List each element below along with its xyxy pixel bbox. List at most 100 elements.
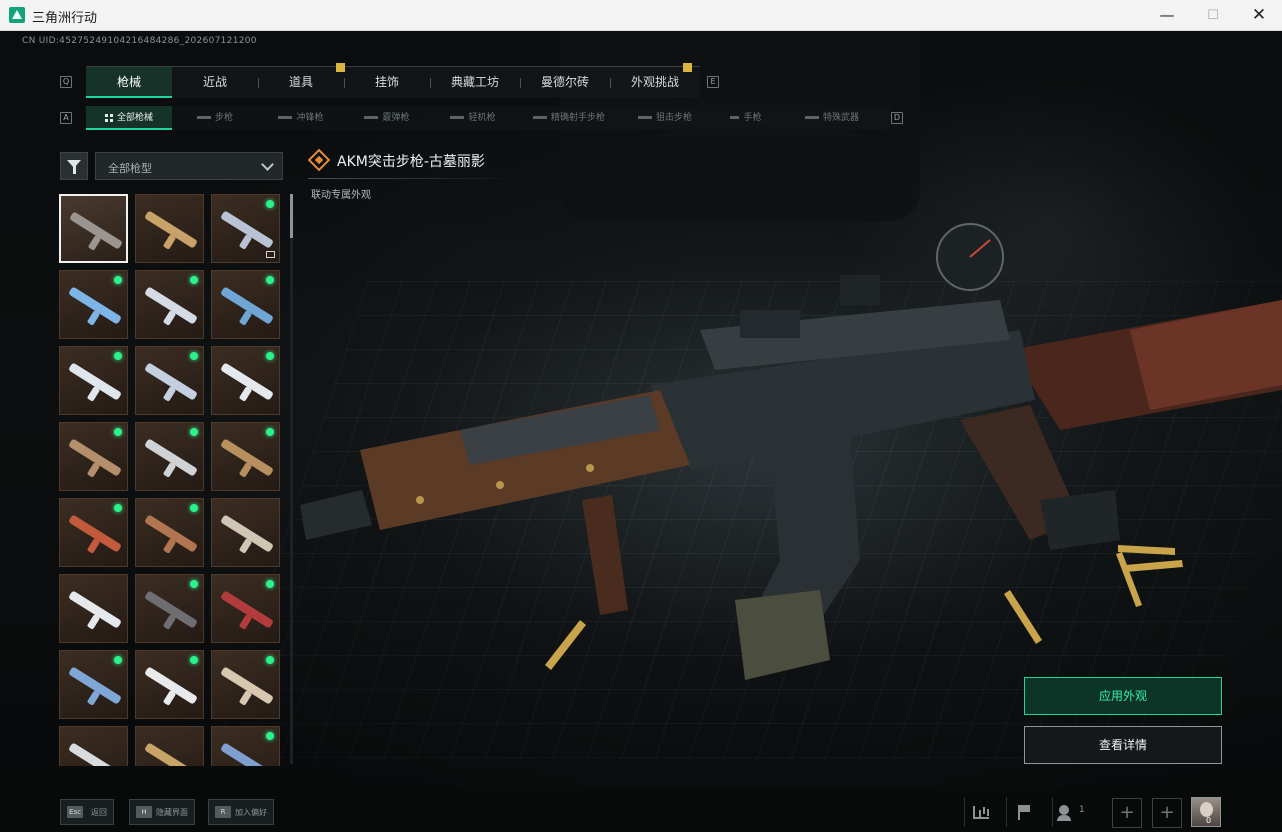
- skin-slot[interactable]: [59, 422, 128, 491]
- player-avatar[interactable]: 0: [1191, 797, 1221, 827]
- weapon-grip-shape: [238, 614, 253, 630]
- flag-icon: [1018, 805, 1030, 820]
- weapon-grip-shape: [238, 386, 253, 402]
- skin-slot[interactable]: [59, 346, 128, 415]
- new-indicator-icon: [190, 656, 198, 664]
- skin-slot[interactable]: [59, 574, 128, 643]
- subtab-sniper[interactable]: 狙击步枪: [622, 106, 708, 130]
- skin-slot[interactable]: [135, 574, 204, 643]
- skin-slot[interactable]: [211, 422, 280, 491]
- skin-slot[interactable]: [211, 346, 280, 415]
- weapon-thumbnail-icon: [144, 742, 198, 766]
- skin-slot[interactable]: [135, 270, 204, 339]
- tab-items[interactable]: 道具: [258, 67, 344, 98]
- subtab-prev-key[interactable]: A: [60, 112, 72, 124]
- skin-slot[interactable]: [59, 498, 128, 567]
- skin-slot[interactable]: [211, 650, 280, 719]
- hide-ui-hint[interactable]: H 隐藏界面: [129, 799, 195, 825]
- skin-slot[interactable]: [135, 498, 204, 567]
- weapon-grip-shape: [162, 614, 177, 630]
- back-hint[interactable]: Esc 返回: [60, 799, 114, 825]
- new-indicator-icon: [114, 352, 122, 360]
- skin-slot[interactable]: [135, 422, 204, 491]
- subtab-next-key[interactable]: D: [891, 112, 903, 124]
- new-indicator-icon: [190, 504, 198, 512]
- weapon-skin-name: AKM突击步枪-古墓丽影: [337, 154, 485, 170]
- new-indicator-icon: [114, 428, 122, 436]
- subtab-special[interactable]: 特殊武器: [784, 106, 880, 130]
- skin-slot[interactable]: [135, 726, 204, 766]
- skin-slot[interactable]: [211, 194, 280, 263]
- weapon-grip-shape: [162, 310, 177, 326]
- weapon-type-dropdown[interactable]: 全部枪型: [95, 152, 283, 180]
- flag-button[interactable]: [1006, 797, 1038, 827]
- scrollbar-thumb[interactable]: [290, 194, 293, 238]
- weapon-thumbnail-icon: [220, 742, 274, 766]
- skin-slot[interactable]: [59, 650, 128, 719]
- new-indicator-icon: [114, 656, 122, 664]
- weapon-grip-shape: [162, 538, 177, 554]
- weapon-grip-shape: [86, 690, 101, 706]
- invite-slot-button[interactable]: +: [1112, 798, 1142, 828]
- h-key: H: [136, 806, 152, 818]
- skin-slot[interactable]: [211, 574, 280, 643]
- new-marker-icon: [336, 63, 345, 72]
- skin-slot[interactable]: [211, 270, 280, 339]
- new-indicator-icon: [190, 352, 198, 360]
- new-indicator-icon: [266, 276, 274, 284]
- new-indicator-icon: [266, 580, 274, 588]
- skin-grid-scrollbar[interactable]: [290, 194, 293, 764]
- stats-button[interactable]: [964, 797, 996, 827]
- minimize-button[interactable]: —: [1144, 0, 1190, 31]
- r-key: R: [215, 806, 231, 818]
- weapon-grip-shape: [86, 310, 101, 326]
- subtab-all-guns[interactable]: 全部枪械: [86, 106, 172, 130]
- weapon-grip-shape: [162, 234, 177, 250]
- filter-button[interactable]: [60, 152, 88, 180]
- tab-collection-workshop[interactable]: 典藏工坊: [430, 67, 520, 98]
- subtab-pistol[interactable]: 手枪: [708, 106, 784, 130]
- name-divider: [308, 178, 520, 179]
- shotgun-icon: [364, 116, 379, 119]
- skin-grid: [59, 194, 281, 766]
- maximize-button[interactable]: ☐: [1190, 0, 1236, 31]
- add-favorite-hint[interactable]: R 加入偏好: [208, 799, 274, 825]
- new-indicator-icon: [190, 428, 198, 436]
- tab-charms[interactable]: 挂饰: [344, 67, 430, 98]
- subtab-lmg[interactable]: 轻机枪: [430, 106, 516, 130]
- esc-key: Esc: [67, 806, 83, 818]
- new-indicator-icon: [190, 276, 198, 284]
- close-button[interactable]: ✕: [1236, 0, 1282, 31]
- subtab-shotgun[interactable]: 霰弹枪: [344, 106, 430, 130]
- skin-slot[interactable]: [211, 726, 280, 766]
- dropdown-selected: 全部枪型: [108, 162, 152, 175]
- special-weapon-icon: [804, 116, 819, 119]
- skin-slot[interactable]: [135, 346, 204, 415]
- view-details-button[interactable]: 查看详情: [1024, 726, 1222, 764]
- skin-slot[interactable]: [211, 498, 280, 567]
- skin-slot[interactable]: [135, 194, 204, 263]
- weapon-grip-shape: [86, 538, 101, 554]
- weapon-grip-shape: [162, 462, 177, 478]
- new-indicator-icon: [114, 276, 122, 284]
- new-indicator-icon: [114, 504, 122, 512]
- skin-slot[interactable]: [59, 726, 128, 766]
- tab-prev-key[interactable]: Q: [60, 76, 72, 88]
- subtab-dmr[interactable]: 精确射手步枪: [516, 106, 622, 130]
- apply-skin-button[interactable]: 应用外观: [1024, 677, 1222, 715]
- invite-slot-button[interactable]: +: [1152, 798, 1182, 828]
- subtab-smg[interactable]: 冲锋枪: [258, 106, 344, 130]
- skin-slot[interactable]: [59, 270, 128, 339]
- tab-mandel-brick[interactable]: 曼德尔砖: [520, 67, 610, 98]
- grid-icon: [104, 113, 113, 122]
- team-button[interactable]: 1: [1052, 797, 1108, 827]
- tab-next-key[interactable]: E: [707, 76, 719, 88]
- tab-guns[interactable]: 枪械: [86, 67, 172, 98]
- avatar-badge: 0: [1206, 816, 1212, 825]
- weapon-grip-shape: [86, 462, 101, 478]
- subtab-rifle[interactable]: 步枪: [172, 106, 258, 130]
- weapon-grip-shape: [162, 386, 177, 402]
- skin-slot[interactable]: [59, 194, 128, 263]
- skin-slot[interactable]: [135, 650, 204, 719]
- tab-melee[interactable]: 近战: [172, 67, 258, 98]
